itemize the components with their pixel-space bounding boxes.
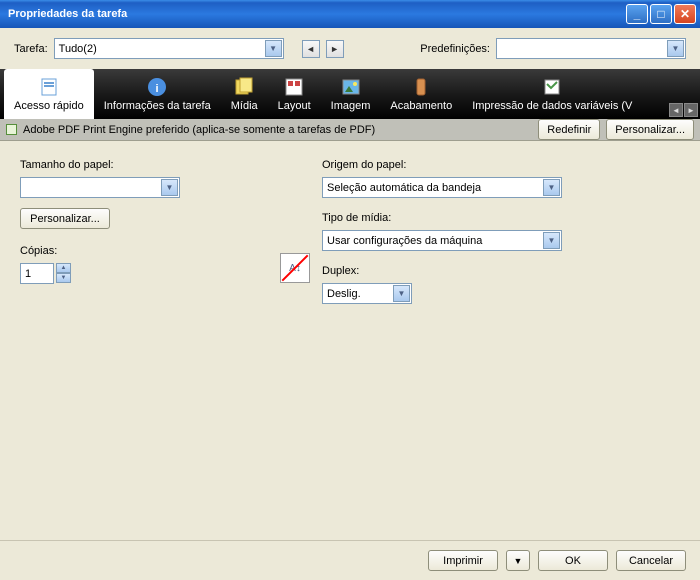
titlebar: Propriedades da tarefa _ □ ✕ bbox=[0, 0, 700, 28]
tab-layout[interactable]: Layout bbox=[268, 69, 321, 119]
duplex-label: Duplex: bbox=[322, 265, 582, 277]
spin-down[interactable]: ▼ bbox=[56, 273, 71, 283]
duplex-icon-wrap: A↕ bbox=[280, 155, 310, 517]
redefinir-button[interactable]: Redefinir bbox=[538, 119, 600, 140]
tabstrip-next[interactable]: ► bbox=[684, 103, 698, 117]
tamanho-select[interactable]: ▼ bbox=[20, 177, 180, 198]
chevron-down-icon: ▼ bbox=[667, 40, 684, 57]
double-chevron-down-icon: ▼ bbox=[514, 556, 523, 566]
content-area: Tamanho do papel: ▼ Personalizar... Cópi… bbox=[0, 141, 700, 531]
predef-label: Predefinições: bbox=[420, 43, 490, 55]
ok-button[interactable]: OK bbox=[538, 550, 608, 571]
right-block: A↕ Origem do papel: Seleção automática d… bbox=[280, 155, 582, 517]
chevron-down-icon: ▼ bbox=[161, 179, 178, 196]
svg-text:i: i bbox=[156, 83, 159, 95]
cancelar-button[interactable]: Cancelar bbox=[616, 550, 686, 571]
tab-midia[interactable]: Mídia bbox=[221, 69, 268, 119]
tab-strip: Acesso rápido i Informações da tarefa Mí… bbox=[0, 69, 700, 119]
top-row: Tarefa: Tudo(2) ▼ ◄ ► Predefinições: ▼ bbox=[0, 28, 700, 69]
vdp-icon bbox=[541, 76, 563, 98]
layout-icon bbox=[283, 76, 305, 98]
tipo-label: Tipo de mídia: bbox=[322, 212, 582, 224]
duplex-off-icon: A↕ bbox=[280, 253, 310, 283]
tab-label: Acabamento bbox=[390, 100, 452, 112]
tab-label: Impressão de dados variáveis (V bbox=[472, 100, 632, 112]
personalizar-tamanho-button[interactable]: Personalizar... bbox=[20, 208, 110, 229]
chevron-down-icon: ▼ bbox=[265, 40, 282, 57]
imprimir-menu-button[interactable]: ▼ bbox=[506, 550, 530, 571]
predef-select[interactable]: ▼ bbox=[496, 38, 686, 59]
image-icon bbox=[340, 76, 362, 98]
duplex-select[interactable]: Deslig. ▼ bbox=[322, 283, 412, 304]
prev-button[interactable]: ◄ bbox=[302, 40, 320, 58]
finish-icon bbox=[410, 76, 432, 98]
tipo-select[interactable]: Usar configurações da máquina ▼ bbox=[322, 230, 562, 251]
subbar-text: Adobe PDF Print Engine preferido (aplica… bbox=[23, 124, 375, 136]
footer: Imprimir ▼ OK Cancelar bbox=[0, 540, 700, 580]
tab-label: Informações da tarefa bbox=[104, 100, 211, 112]
copias-field: ▲ ▼ bbox=[20, 263, 220, 284]
tab-informacoes[interactable]: i Informações da tarefa bbox=[94, 69, 221, 119]
duplex-value: Deslig. bbox=[327, 288, 361, 300]
tabstrip-nav: ◄ ► bbox=[669, 103, 698, 117]
minimize-button[interactable]: _ bbox=[626, 4, 648, 24]
tab-vdp[interactable]: Impressão de dados variáveis (V bbox=[462, 69, 642, 119]
chevron-down-icon: ▼ bbox=[393, 285, 410, 302]
tab-imagem[interactable]: Imagem bbox=[321, 69, 381, 119]
spinner: ▲ ▼ bbox=[56, 263, 71, 284]
tabstrip-prev[interactable]: ◄ bbox=[669, 103, 683, 117]
tab-label: Layout bbox=[278, 100, 311, 112]
info-icon: i bbox=[146, 76, 168, 98]
next-button[interactable]: ► bbox=[326, 40, 344, 58]
window-buttons: _ □ ✕ bbox=[626, 4, 696, 24]
tab-label: Acesso rápido bbox=[14, 100, 84, 112]
spin-up[interactable]: ▲ bbox=[56, 263, 71, 273]
tab-label: Mídia bbox=[231, 100, 258, 112]
media-icon bbox=[233, 76, 255, 98]
copias-label: Cópias: bbox=[20, 245, 220, 257]
tab-acesso-rapido[interactable]: Acesso rápido bbox=[4, 69, 94, 119]
sub-bar: Adobe PDF Print Engine preferido (aplica… bbox=[0, 119, 700, 141]
adobe-pdf-checkbox[interactable] bbox=[6, 124, 17, 135]
imprimir-button[interactable]: Imprimir bbox=[428, 550, 498, 571]
tab-acabamento[interactable]: Acabamento bbox=[380, 69, 462, 119]
close-button[interactable]: ✕ bbox=[674, 4, 696, 24]
chevron-down-icon: ▼ bbox=[543, 232, 560, 249]
tamanho-label: Tamanho do papel: bbox=[20, 159, 220, 171]
copias-input[interactable] bbox=[20, 263, 54, 284]
right-column: Origem do papel: Seleção automática da b… bbox=[322, 155, 582, 517]
maximize-button[interactable]: □ bbox=[650, 4, 672, 24]
left-column: Tamanho do papel: ▼ Personalizar... Cópi… bbox=[20, 155, 220, 517]
tipo-value: Usar configurações da máquina bbox=[327, 235, 482, 247]
window-title: Propriedades da tarefa bbox=[4, 8, 626, 20]
doc-icon bbox=[38, 76, 60, 98]
personalizar-button[interactable]: Personalizar... bbox=[606, 119, 694, 140]
tarefa-label: Tarefa: bbox=[14, 43, 48, 55]
tarefa-value: Tudo(2) bbox=[59, 43, 97, 55]
origem-value: Seleção automática da bandeja bbox=[327, 182, 481, 194]
tarefa-select[interactable]: Tudo(2) ▼ bbox=[54, 38, 284, 59]
tab-label: Imagem bbox=[331, 100, 371, 112]
origem-label: Origem do papel: bbox=[322, 159, 582, 171]
chevron-down-icon: ▼ bbox=[543, 179, 560, 196]
origem-select[interactable]: Seleção automática da bandeja ▼ bbox=[322, 177, 562, 198]
